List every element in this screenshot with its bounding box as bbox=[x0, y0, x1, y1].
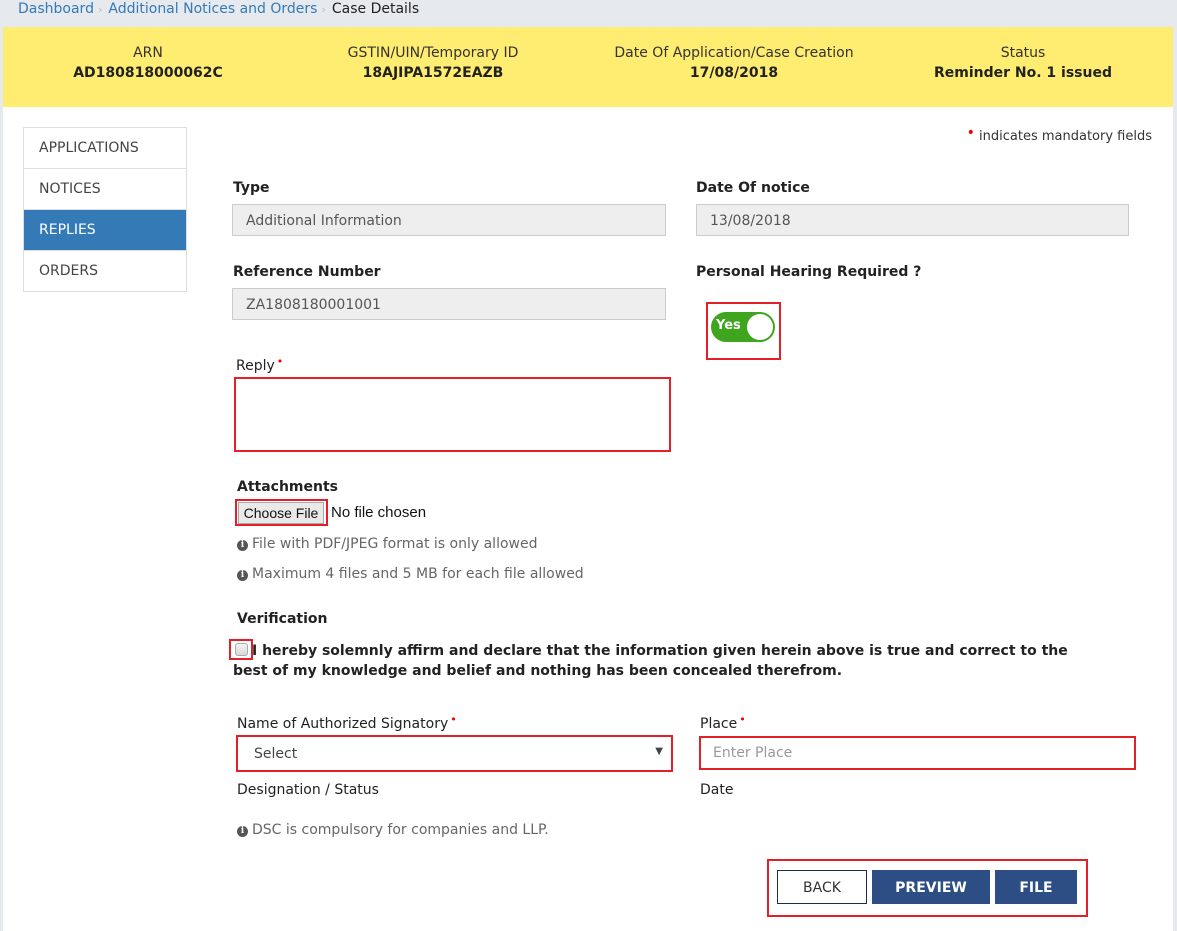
arn-block: ARN AD180818000062C bbox=[73, 43, 223, 83]
date-block: Date Of Application/Case Creation 17/08/… bbox=[603, 43, 865, 83]
format-info-text: File with PDF/JPEG format is only allowe… bbox=[252, 536, 538, 552]
case-summary-bar: ARN AD180818000062C GSTIN/UIN/Temporary … bbox=[3, 27, 1173, 107]
date-of-notice-label: Date Of notice bbox=[696, 180, 810, 196]
type-field: Additional Information bbox=[232, 204, 666, 236]
required-dot-icon: • bbox=[739, 713, 746, 726]
format-info: i File with PDF/JPEG format is only allow… bbox=[237, 536, 537, 552]
breadcrumb-separator-icon: › bbox=[97, 3, 103, 16]
date-value: 17/08/2018 bbox=[689, 65, 779, 81]
toggle-knob bbox=[747, 314, 773, 340]
breadcrumb-separator-icon: › bbox=[321, 3, 326, 16]
signatory-label: Name of Authorized Signatory • bbox=[237, 713, 457, 732]
breadcrumb: Dashboard › Additional Notices and Orders ›… bbox=[18, 0, 419, 20]
chevron-down-icon: ▼ bbox=[655, 746, 663, 757]
reply-textarea[interactable] bbox=[235, 379, 669, 452]
signatory-selected-value: Select bbox=[254, 746, 298, 762]
signatory-select[interactable]: Select ▼ bbox=[238, 737, 671, 770]
designation-label: Designation / Status bbox=[237, 782, 379, 798]
type-label: Type bbox=[233, 180, 270, 196]
verification-label: Verification bbox=[237, 611, 328, 627]
back-button[interactable]: BACK bbox=[777, 870, 867, 904]
place-label: Place • bbox=[700, 713, 746, 732]
arn-label: ARN bbox=[133, 45, 163, 61]
date-label: Date bbox=[700, 782, 734, 798]
status-value: Reminder No. 1 issued bbox=[933, 65, 1112, 81]
personal-hearing-toggle[interactable]: Yes bbox=[711, 312, 775, 342]
size-info-text: Maximum 4 files and 5 MB for each file a… bbox=[252, 566, 584, 582]
status-label: Status bbox=[1000, 45, 1046, 61]
breadcrumb-current: Case Details bbox=[331, 1, 420, 17]
reference-number-field: ZA1808180001001 bbox=[232, 288, 666, 320]
date-label: Date Of Application/Case Creation bbox=[614, 45, 854, 61]
signatory-label-text: Name of Authorized Signatory bbox=[237, 716, 449, 732]
sidenav-item-applications[interactable]: APPLICATIONS bbox=[24, 128, 186, 169]
gstin-value: 18AJIPA1572EAZB bbox=[362, 65, 504, 81]
gstin-label: GSTIN/UIN/Temporary ID bbox=[347, 45, 519, 61]
status-block: Status Reminder No. 1 issued bbox=[913, 43, 1133, 83]
mandatory-note-text: indicates mandatory fields bbox=[979, 129, 1152, 144]
size-info: i Maximum 4 files and 5 MB for each file … bbox=[237, 566, 584, 582]
sidenav-item-orders[interactable]: ORDERS bbox=[24, 251, 186, 291]
declaration-checkbox[interactable] bbox=[235, 643, 248, 656]
place-label-text: Place bbox=[700, 716, 738, 732]
mandatory-fields-note: • indicates mandatory fields bbox=[967, 125, 1152, 144]
attachments-label: Attachments bbox=[237, 479, 339, 495]
mandatory-dot-icon: • bbox=[966, 125, 975, 141]
file-button[interactable]: FILE bbox=[995, 870, 1077, 904]
required-dot-icon: • bbox=[276, 355, 284, 368]
date-of-notice-field: 13/08/2018 bbox=[696, 204, 1129, 236]
breadcrumb-dashboard[interactable]: Dashboard bbox=[18, 1, 94, 17]
dsc-info: i DSC is compulsory for companies and LLP… bbox=[237, 822, 549, 838]
arn-value: AD180818000062C bbox=[73, 65, 223, 81]
dsc-info-text: DSC is compulsory for companies and LLP. bbox=[252, 822, 549, 838]
info-icon: i bbox=[237, 570, 248, 581]
sidenav-item-notices[interactable]: NOTICES bbox=[24, 169, 186, 210]
no-file-chosen-text: No file chosen bbox=[331, 504, 427, 521]
choose-file-button[interactable]: Choose File bbox=[238, 502, 324, 524]
required-dot-icon: • bbox=[450, 713, 457, 726]
preview-button[interactable]: PREVIEW bbox=[872, 870, 990, 904]
info-icon: i bbox=[237, 826, 248, 837]
place-input[interactable] bbox=[701, 738, 1134, 768]
gstin-block: GSTIN/UIN/Temporary ID 18AJIPA1572EAZB bbox=[323, 43, 543, 83]
toggle-label: Yes bbox=[716, 318, 741, 333]
sidenav-item-replies[interactable]: REPLIES bbox=[24, 210, 186, 251]
reply-label: Reply • bbox=[236, 355, 283, 374]
breadcrumb-notices-orders[interactable]: Additional Notices and Orders bbox=[108, 1, 317, 17]
reply-label-text: Reply bbox=[236, 358, 275, 374]
info-icon: i bbox=[237, 540, 248, 551]
side-navigation: APPLICATIONS NOTICES REPLIES ORDERS bbox=[23, 127, 187, 292]
personal-hearing-label: Personal Hearing Required ? bbox=[696, 264, 922, 280]
reference-number-label: Reference Number bbox=[233, 264, 381, 280]
declaration-text: I hereby solemnly affirm and declare tha… bbox=[233, 643, 1068, 679]
page-content: ARN AD180818000062C GSTIN/UIN/Temporary … bbox=[3, 27, 1173, 931]
